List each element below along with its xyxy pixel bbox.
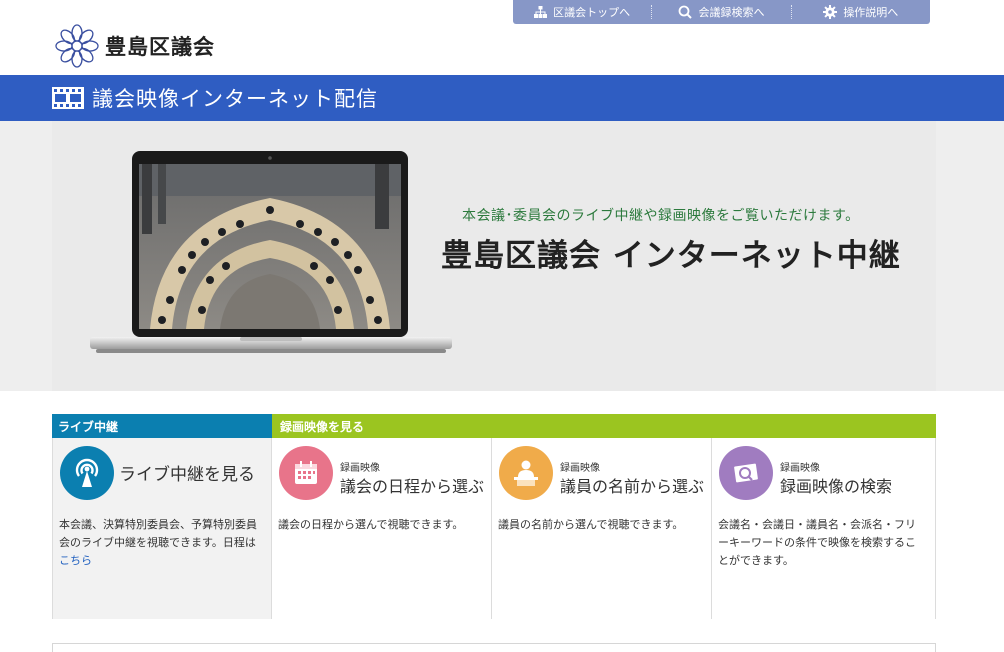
chrysanthemum-emblem-icon [55, 24, 99, 68]
member-card-category: 録画映像 [560, 463, 600, 474]
instructions-link[interactable]: 操作説明へ [792, 0, 930, 24]
top-nav: 区議会トップへ 会議録検索へ 操作説明へ [513, 0, 930, 24]
member-card-description: 議員の名前から選んで視聴できます。 [498, 518, 684, 531]
gear-icon [823, 5, 838, 19]
live-section-header: ライブ中継 [52, 414, 272, 438]
recorded-section-header: 録画映像を見る [272, 414, 936, 438]
member-select-card[interactable]: 録画映像 議員の名前から選ぶ 議員の名前から選んで視聴できます。 [492, 438, 712, 619]
page-banner: 議会映像インターネット配信 [0, 75, 1004, 121]
broadcast-icon [60, 446, 114, 500]
search-card-category: 録画映像 [780, 463, 820, 474]
schedule-card-title: 議会の日程から選ぶ [340, 477, 485, 496]
schedule-card-description: 議会の日程から選んで視聴できます。 [278, 518, 464, 531]
site-logo[interactable]: 豊島区議会 [55, 24, 215, 68]
hero-title: 豊島区議会 インターネット中継 [441, 238, 901, 274]
live-stream-desc-text: 本会議、決算特別委員会、予算特別委員会のライブ中継を視聴できます。日程は [59, 518, 257, 549]
bottom-panel [52, 643, 936, 652]
minutes-search-label: 会議録検索へ [698, 6, 765, 19]
schedule-link[interactable]: こちら [59, 554, 92, 567]
banner-title: 議会映像インターネット配信 [92, 87, 378, 111]
minutes-search-link[interactable]: 会議録検索へ [652, 0, 790, 24]
schedule-card-category: 録画映像 [340, 463, 380, 474]
sitemap-icon [534, 6, 548, 18]
council-top-label: 区議会トップへ [553, 6, 631, 19]
live-stream-card[interactable]: ライブ中継を見る 本会議、決算特別委員会、予算特別委員会のライブ中継を視聴できま… [52, 438, 272, 619]
schedule-select-card[interactable]: 録画映像 議会の日程から選ぶ 議会の日程から選んで視聴できます。 [272, 438, 492, 619]
logo-text: 豊島区議会 [105, 35, 215, 59]
video-search-card[interactable]: 録画映像 録画映像の検索 会議名・会議日・議員名・会派名・フリーキーワードの条件… [712, 438, 936, 619]
laptop-council-video-image [90, 151, 452, 353]
live-stream-title: ライブ中継を見る [119, 465, 255, 485]
person-podium-icon [499, 446, 553, 500]
search-card-description: 会議名・会議日・議員名・会派名・フリーキーワードの条件で映像を検索することができ… [718, 518, 916, 567]
member-card-title: 議員の名前から選ぶ [560, 477, 705, 496]
hero-subtitle: 本会議･委員会のライブ中継や録画映像をご覧いただけます。 [462, 208, 860, 224]
live-stream-description: 本会議、決算特別委員会、予算特別委員会のライブ中継を視聴できます。日程は こちら [59, 516, 267, 570]
film-icon [52, 87, 84, 109]
search-icon [679, 5, 693, 19]
instructions-label: 操作説明へ [843, 6, 899, 19]
calendar-icon [279, 446, 333, 500]
menu-cards: ライブ中継 録画映像を見る ライブ中継を見る 本会議、決算特別委員会、予算特別委… [52, 414, 936, 619]
search-card-title: 録画映像の検索 [780, 477, 893, 496]
video-search-icon [719, 446, 773, 500]
council-top-link[interactable]: 区議会トップへ [513, 0, 651, 24]
